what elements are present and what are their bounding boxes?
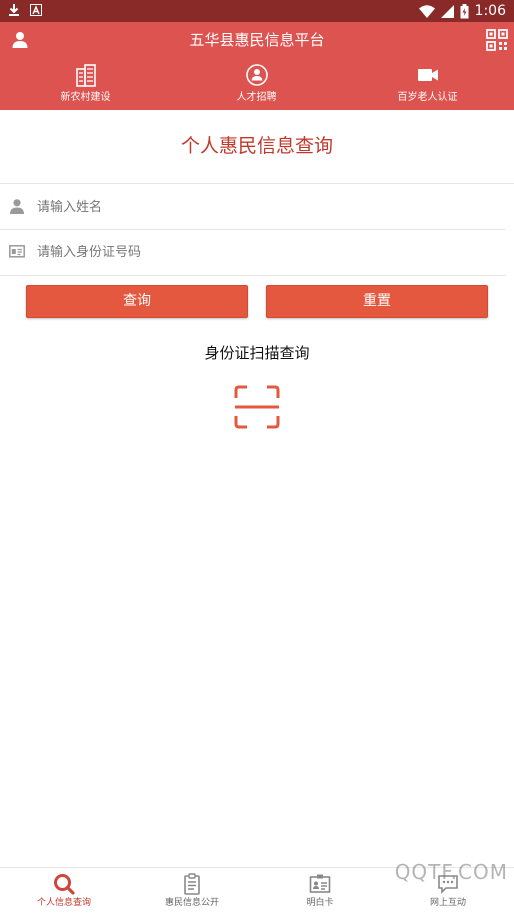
id-card-icon <box>9 245 25 258</box>
user-icon <box>10 199 24 214</box>
tab-label: 明白卡 <box>306 898 334 908</box>
tab-label: 个人信息查询 <box>36 898 91 908</box>
divider <box>0 183 514 184</box>
id-card-icon <box>309 874 331 893</box>
app-header: 五华县惠民信息平台 新农村建设 人才招聘 百岁老人认证 <box>0 22 514 110</box>
signal-icon <box>440 4 454 18</box>
talent-icon <box>245 64 268 86</box>
tab-personal-query[interactable]: 个人信息查询 <box>0 868 128 914</box>
id-number-field <box>0 230 514 274</box>
video-camera-icon <box>417 69 438 81</box>
id-number-input[interactable] <box>37 240 497 264</box>
watermark: QQTF.COM <box>394 860 508 884</box>
status-time: 1:06 <box>474 3 506 19</box>
wifi-icon <box>418 4 435 18</box>
qr-code-icon[interactable] <box>486 29 508 51</box>
tab-label: 网上互动 <box>429 898 466 908</box>
page-title: 个人惠民信息查询 <box>180 135 333 157</box>
search-icon <box>54 874 75 895</box>
app-notification-icon <box>30 4 42 16</box>
name-input[interactable] <box>37 195 497 219</box>
nav-item-rural-construction[interactable]: 新农村建设 <box>0 62 171 110</box>
nav-item-centenarian-certification[interactable]: 百岁老人认证 <box>342 62 513 110</box>
query-button[interactable]: 查询 <box>26 285 248 318</box>
reset-button[interactable]: 重置 <box>266 285 488 318</box>
nav-item-talent-recruitment[interactable]: 人才招聘 <box>171 62 342 110</box>
nav-label: 百岁老人认证 <box>397 92 458 103</box>
divider <box>0 275 506 276</box>
name-field <box>0 185 514 229</box>
battery-icon <box>460 3 469 18</box>
tab-mingbai-card[interactable]: 明白卡 <box>256 868 384 914</box>
top-nav: 新农村建设 人才招聘 百岁老人认证 <box>0 62 514 110</box>
clipboard-icon <box>184 873 200 895</box>
scan-icon[interactable] <box>234 385 280 429</box>
building-icon <box>75 64 96 87</box>
download-icon <box>9 4 19 16</box>
status-bar: 1:06 <box>0 0 514 22</box>
tab-public-info[interactable]: 惠民信息公开 <box>128 868 256 914</box>
app-title: 五华县惠民信息平台 <box>189 31 325 49</box>
nav-label: 人才招聘 <box>236 92 277 103</box>
id-scan-title: 身份证扫描查询 <box>204 344 310 362</box>
tab-label: 惠民信息公开 <box>164 898 219 908</box>
nav-label: 新农村建设 <box>60 92 111 103</box>
